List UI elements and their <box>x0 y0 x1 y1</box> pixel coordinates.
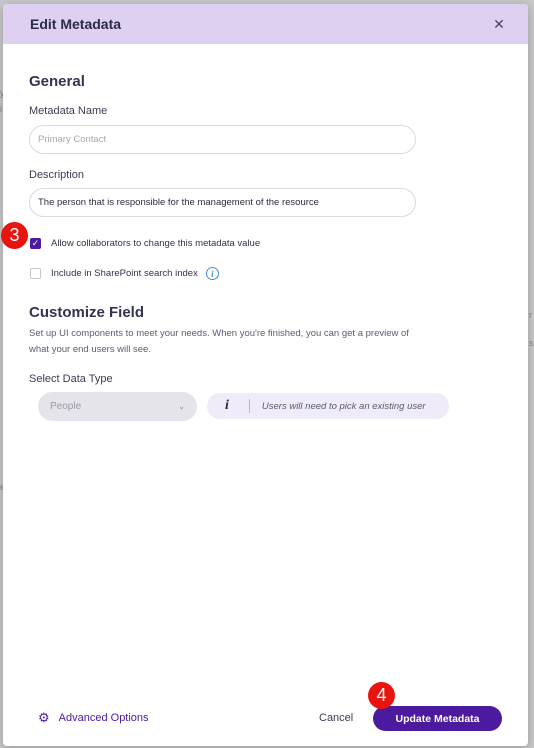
description-input[interactable]: The person that is responsible for the m… <box>29 188 416 217</box>
advanced-options-button[interactable]: ⚙ Advanced Options <box>38 710 149 726</box>
data-type-select[interactable]: People ⌄ <box>38 392 197 421</box>
gear-icon: ⚙ <box>38 710 50 725</box>
info-glyph-icon: i <box>225 398 229 413</box>
dialog-header: Edit Metadata ✕ <box>3 4 528 44</box>
metadata-name-input[interactable]: Primary Contact <box>29 125 416 154</box>
customize-help-text: Set up UI components to meet your needs.… <box>29 328 409 355</box>
allow-collaborators-checkbox[interactable] <box>30 238 41 249</box>
include-search-row[interactable]: Include in SharePoint search index i <box>30 267 219 280</box>
chevron-down-icon: ⌄ <box>178 402 185 411</box>
step-badge-3: 3 <box>1 222 28 249</box>
data-type-label: Select Data Type <box>29 373 113 385</box>
edit-metadata-dialog: Edit Metadata ✕ General Metadata Name Pr… <box>3 4 528 746</box>
background-page-fragment: r <box>529 310 532 320</box>
advanced-options-label: Advanced Options <box>58 712 149 724</box>
data-type-info-text: Users will need to pick an existing user <box>261 400 426 412</box>
data-type-value: People <box>50 401 82 412</box>
data-type-info-pill: i Users will need to pick an existing us… <box>207 393 449 419</box>
allow-collaborators-row[interactable]: Allow collaborators to change this metad… <box>30 238 260 249</box>
step-badge-4: 4 <box>368 682 395 709</box>
cancel-button[interactable]: Cancel <box>319 712 353 724</box>
include-search-label: Include in SharePoint search index <box>51 268 198 279</box>
include-search-checkbox[interactable] <box>30 268 41 279</box>
close-icon[interactable]: ✕ <box>492 16 506 33</box>
metadata-name-label: Metadata Name <box>29 105 108 117</box>
info-icon[interactable]: i <box>205 267 219 280</box>
background-page-fragment: si <box>529 338 534 348</box>
background-page-fragment: i <box>0 104 2 114</box>
description-label: Description <box>29 169 85 181</box>
general-section-title: General <box>29 73 85 90</box>
update-metadata-button[interactable]: Update Metadata <box>373 706 502 731</box>
allow-collaborators-label: Allow collaborators to change this metad… <box>51 238 261 249</box>
customize-field-title: Customize Field <box>29 304 145 321</box>
pill-divider <box>248 399 250 413</box>
dialog-title: Edit Metadata <box>30 16 122 32</box>
